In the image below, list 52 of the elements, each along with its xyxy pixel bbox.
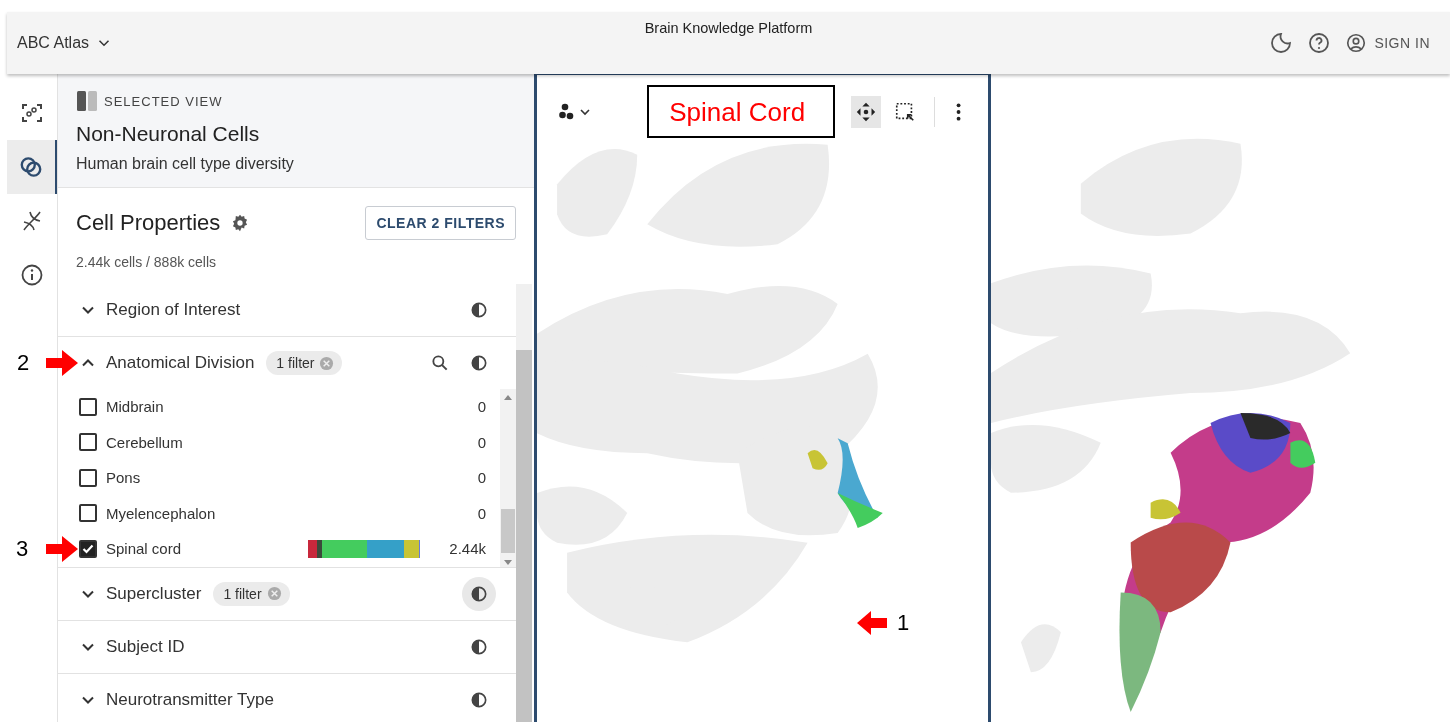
cell-count: 2.44k cells / 888k cells [76, 254, 218, 270]
filter-chip[interactable]: 1 filter [213, 581, 290, 606]
checkbox[interactable] [79, 468, 97, 487]
scrollbar[interactable] [516, 284, 532, 722]
callout-arrow [46, 536, 78, 562]
scrollbar[interactable] [500, 389, 516, 567]
scrollbar-thumb[interactable] [501, 508, 515, 553]
filter-chip[interactable]: 1 filter [266, 351, 343, 375]
moon-icon[interactable] [1269, 31, 1294, 55]
split-view-icon [76, 90, 98, 112]
checkbox[interactable] [79, 539, 97, 558]
overlap-circles-icon[interactable] [7, 140, 57, 194]
section-title[interactable]: Anatomical Division [106, 353, 255, 373]
search-icon[interactable] [430, 353, 450, 373]
app-menu-button[interactable]: ABC Atlas [17, 34, 114, 52]
callout-arrow [46, 350, 78, 376]
callout-number: 3 [16, 536, 29, 562]
scrollbar-thumb[interactable] [516, 350, 532, 722]
account-icon [1345, 32, 1368, 54]
item-count: 0 [477, 398, 486, 416]
item-count: 0 [477, 433, 486, 451]
item-label: Pons [106, 469, 141, 487]
callout-arrow [857, 611, 887, 635]
scroll-up-icon[interactable] [503, 393, 513, 401]
clear-filters-button[interactable]: CLEAR 2 FILTERS [365, 206, 516, 240]
checkbox[interactable] [79, 433, 97, 452]
help-icon[interactable] [1307, 31, 1332, 55]
callout-number: 1 [897, 610, 910, 636]
section-title[interactable]: Subject ID [106, 636, 185, 657]
item-label: Myelencephalon [106, 504, 216, 522]
color-by-icon[interactable] [462, 576, 496, 611]
platform-title: Brain Knowledge Platform [644, 20, 813, 36]
item-count: 0 [477, 469, 486, 487]
item-label: Cerebellum [106, 433, 183, 451]
scroll-down-icon[interactable] [503, 558, 513, 567]
item-label: Midbrain [106, 398, 164, 416]
sign-in-button[interactable]: SIGN IN [1345, 32, 1440, 54]
checkbox[interactable] [79, 397, 97, 416]
section-title[interactable]: Supercluster [106, 583, 202, 604]
item-count: 2.44k [449, 540, 486, 558]
selected-view-label: SELECTED VIEW [104, 93, 223, 109]
view-title: Non-Neuronal Cells [76, 122, 261, 146]
item-label: Spinal cord [106, 540, 182, 558]
view-subtitle: Human brain cell type diversity [76, 155, 295, 173]
checkbox[interactable] [79, 504, 97, 523]
pan-icon[interactable] [850, 95, 882, 128]
section-title[interactable]: Region of Interest [106, 300, 241, 320]
section-title[interactable]: Neurotransmitter Type [106, 689, 274, 710]
item-count: 0 [477, 504, 486, 522]
annotation-label: Spinal Cord [647, 85, 835, 138]
cell-properties-title: Cell Properties [76, 210, 221, 236]
callout-number: 2 [17, 350, 30, 376]
